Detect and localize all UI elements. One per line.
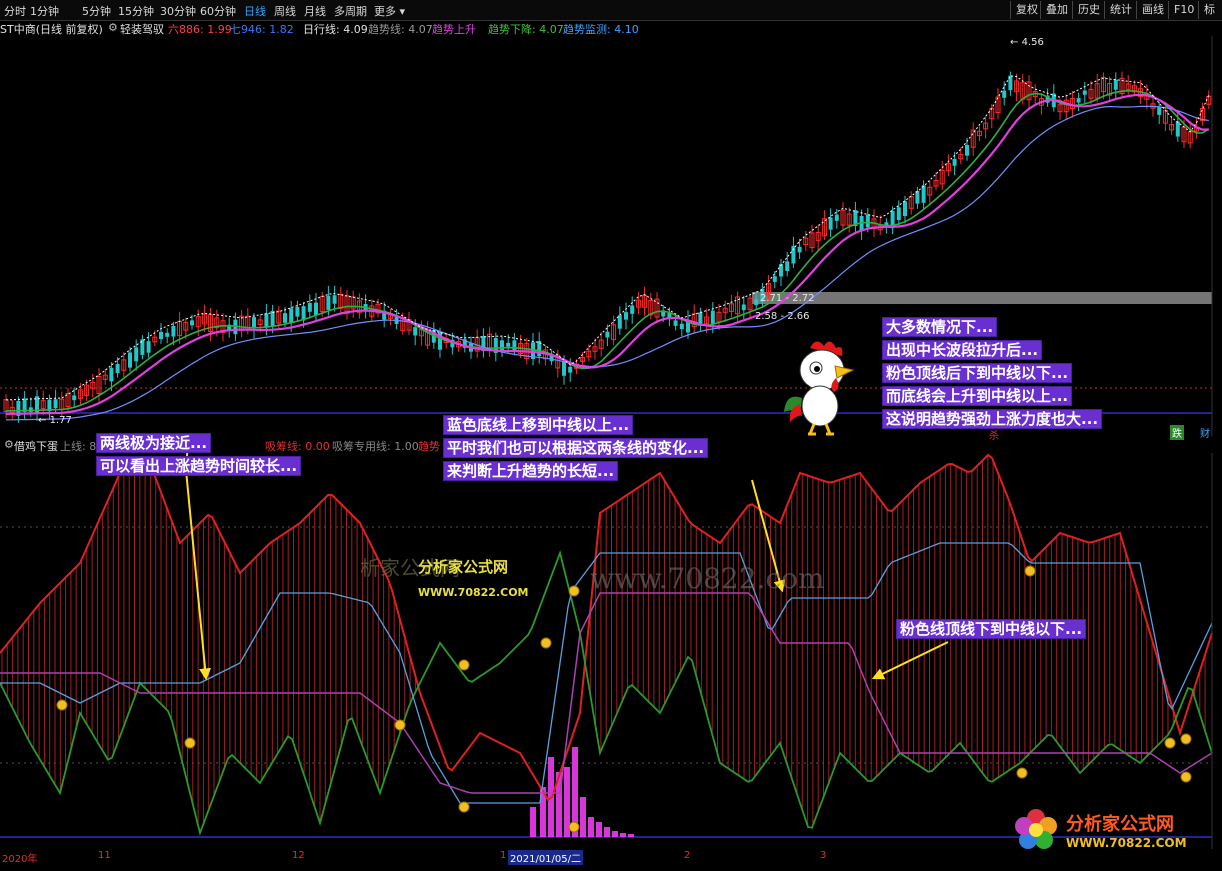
note-middle: 蓝色底线上移到中线以上... 平时我们也可以根据这两条线的变化... 来判断上升…: [444, 414, 708, 483]
watermark-url-big: www.70822.com: [590, 562, 825, 595]
date-label: 12: [292, 850, 305, 861]
note-line: 可以看出上涨趋势时间较长...: [97, 457, 301, 475]
logo-url: WWW.70822.COM: [1066, 836, 1187, 850]
date-cursor-label: 2021/01/05/二: [508, 850, 584, 865]
arrow-right: [871, 641, 949, 680]
note-line: 两线极为接近...: [97, 434, 211, 452]
note-line: 出现中长波段拉升后...: [883, 341, 1042, 359]
note-right-bottom: 粉色线顶线下到中线以下...: [897, 618, 1086, 641]
watermark-cn-small: 分析家公式网: [418, 558, 509, 576]
note-line: 而底线会上升到中线以上...: [883, 387, 1072, 405]
note-left: 两线极为接近... 可以看出上涨趋势时间较长...: [97, 432, 301, 478]
note-line: 来判断上升趋势的长短...: [444, 462, 618, 480]
note-right-top: 大多数情况下... 出现中长波段拉升后... 粉色顶线后下到中线以下... 而底…: [883, 316, 1102, 431]
flower-logo-icon: [1015, 809, 1057, 849]
date-label: 1: [500, 850, 507, 861]
date-label: 2020年: [2, 854, 38, 865]
watermark-url-small: WWW.70822.COM: [418, 586, 529, 599]
logo-text: 分析家公式网: [1066, 814, 1174, 835]
date-label: 2: [684, 850, 691, 861]
note-line: 粉色顶线后下到中线以下...: [883, 364, 1072, 382]
note-line: 平时我们也可以根据这两条线的变化...: [444, 439, 708, 457]
date-label: 11: [98, 850, 111, 861]
date-label: 3: [820, 850, 827, 861]
note-line: 蓝色底线上移到中线以上...: [444, 416, 633, 434]
date-axis: 2020年 11 12 1 2021/01/05/二 2 3: [0, 849, 1222, 865]
note-line: 大多数情况下...: [883, 318, 997, 336]
arrow-left: [185, 469, 212, 681]
note-line: 粉色线顶线下到中线以下...: [897, 620, 1086, 638]
note-line: 这说明趋势强劲上涨力度也大...: [883, 410, 1102, 428]
